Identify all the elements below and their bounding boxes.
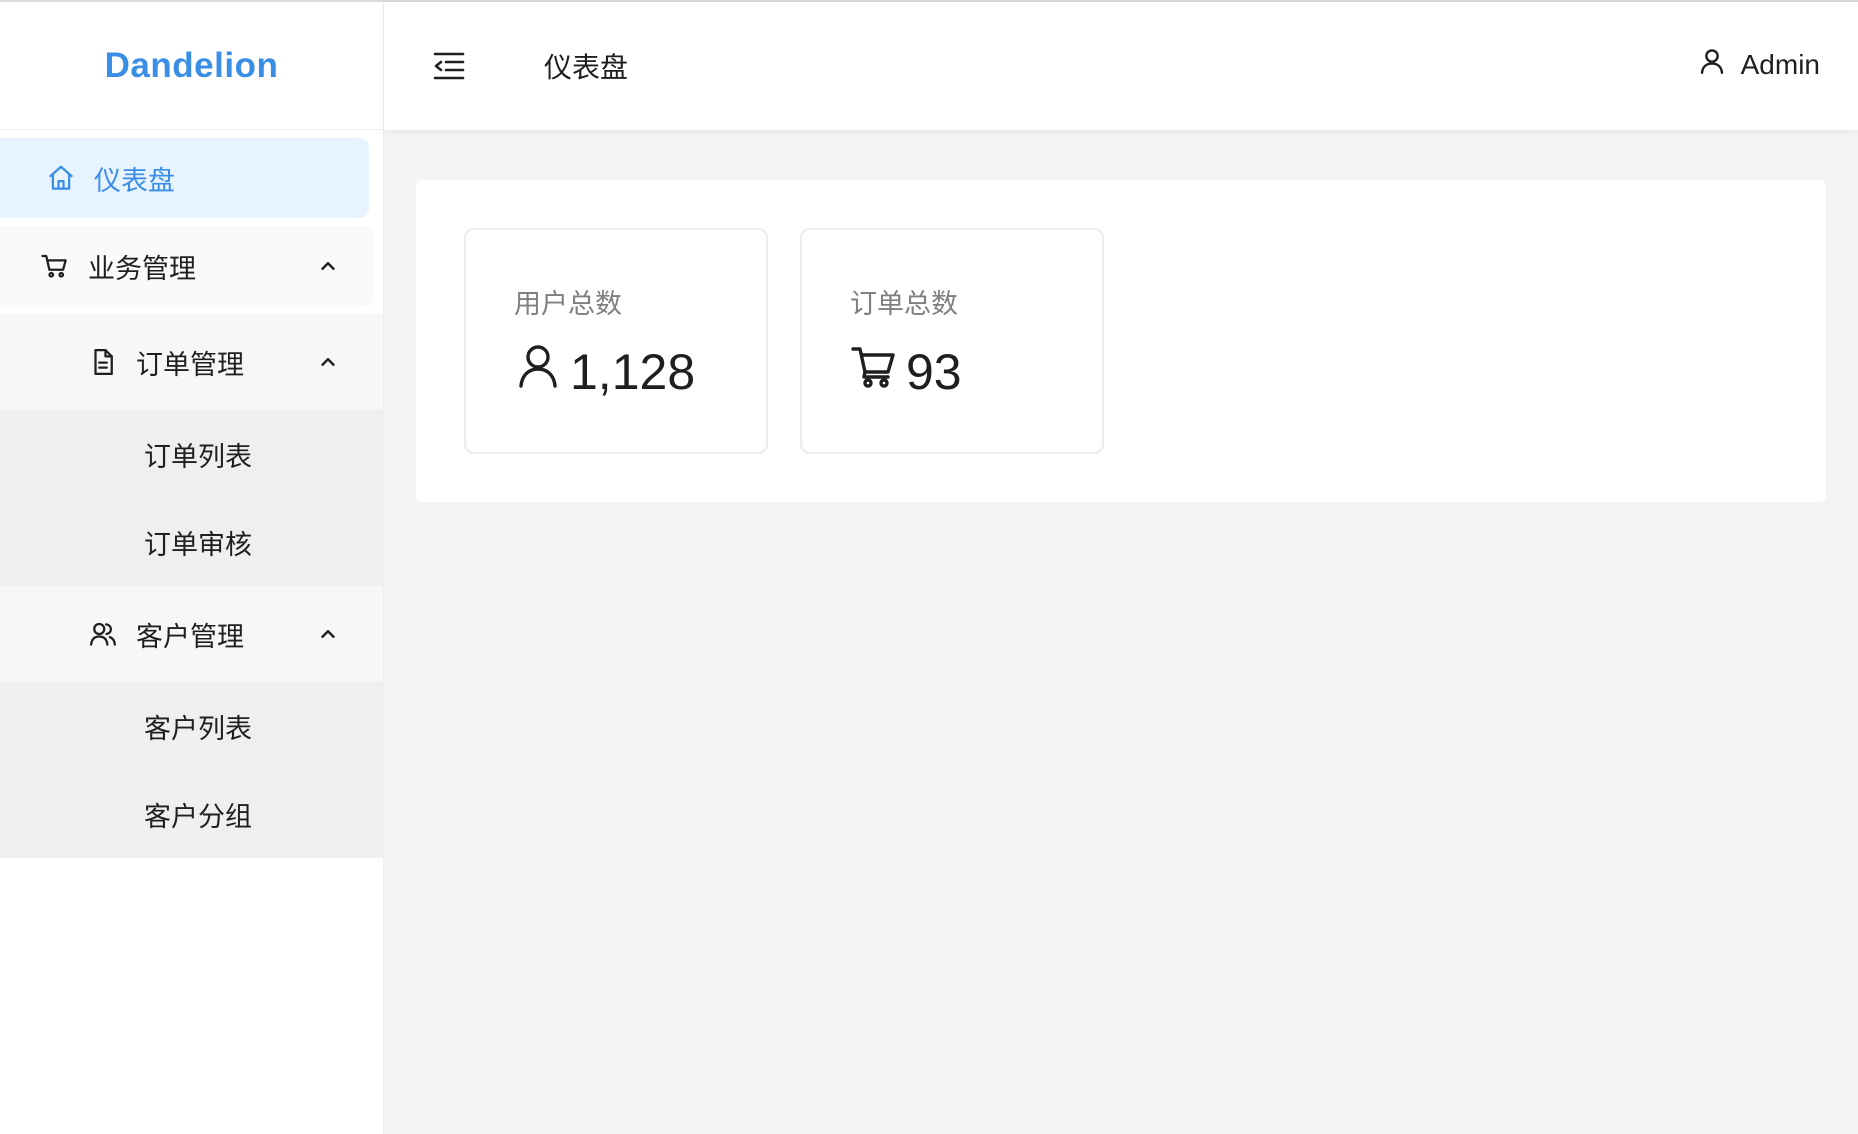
sidebar-submenu-orders[interactable]: 订单管理 bbox=[0, 314, 383, 410]
stat-value-row: 93 bbox=[850, 342, 962, 402]
document-icon bbox=[88, 347, 118, 377]
user-icon bbox=[514, 342, 570, 402]
cart-icon bbox=[850, 342, 906, 402]
stat-value-row: 1,128 bbox=[514, 342, 695, 402]
home-icon bbox=[46, 163, 76, 193]
sidebar-submenu-label: 订单管理 bbox=[136, 349, 244, 380]
user-icon bbox=[1697, 46, 1741, 83]
sidebar: Dandelion 仪表盘 业务管理 订单管理 订单列表 订单审核 客户管理 客… bbox=[0, 2, 384, 1134]
logo[interactable]: Dandelion bbox=[0, 2, 383, 130]
page-title: 仪表盘 bbox=[544, 52, 629, 83]
stat-value: 1,128 bbox=[570, 344, 696, 400]
sidebar-submenu-customers[interactable]: 客户管理 bbox=[0, 586, 383, 682]
stat-card-users: 用户总数 1,128 bbox=[464, 228, 768, 454]
dashboard-card: 用户总数 1,128 订单总数 93 bbox=[416, 180, 1826, 502]
user-menu[interactable]: Admin bbox=[1697, 46, 1820, 83]
users-icon bbox=[88, 619, 118, 649]
submenu-customers-children: 客户列表 客户分组 bbox=[0, 682, 383, 858]
chevron-up-icon[interactable] bbox=[316, 254, 340, 278]
brand-name: Dandelion bbox=[104, 45, 279, 85]
stat-card-orders: 订单总数 93 bbox=[800, 228, 1104, 454]
sidebar-item-order-list[interactable]: 订单列表 bbox=[0, 410, 383, 498]
sidebar-item-order-review[interactable]: 订单审核 bbox=[0, 498, 383, 586]
sidebar-submenu-label: 业务管理 bbox=[88, 253, 196, 284]
sidebar-menu: 仪表盘 业务管理 订单管理 订单列表 订单审核 客户管理 客户列表 客户分组 bbox=[0, 138, 383, 858]
sidebar-item-label: 仪表盘 bbox=[94, 165, 175, 196]
sidebar-item-label: 客户分组 bbox=[144, 801, 252, 832]
sidebar-item-customer-groups[interactable]: 客户分组 bbox=[0, 770, 383, 858]
top-header: 仪表盘 Admin bbox=[384, 2, 1858, 130]
sidebar-item-label: 客户列表 bbox=[144, 713, 252, 744]
stat-value: 93 bbox=[906, 344, 962, 400]
chevron-up-icon[interactable] bbox=[316, 622, 340, 646]
sidebar-item-label: 订单列表 bbox=[144, 441, 252, 472]
submenu-business-children: 订单管理 订单列表 订单审核 客户管理 客户列表 客户分组 bbox=[0, 314, 383, 858]
cart-icon bbox=[40, 251, 70, 281]
sidebar-item-customer-list[interactable]: 客户列表 bbox=[0, 682, 383, 770]
menu-fold-icon[interactable] bbox=[432, 50, 466, 82]
sidebar-submenu-label: 客户管理 bbox=[136, 621, 244, 652]
submenu-orders-children: 订单列表 订单审核 bbox=[0, 410, 383, 586]
sidebar-item-dashboard[interactable]: 仪表盘 bbox=[0, 138, 369, 218]
stat-title: 订单总数 bbox=[850, 289, 958, 319]
chevron-up-icon[interactable] bbox=[316, 350, 340, 374]
stat-title: 用户总数 bbox=[514, 289, 622, 319]
sidebar-submenu-business[interactable]: 业务管理 bbox=[0, 226, 375, 306]
user-name: Admin bbox=[1740, 48, 1820, 80]
sidebar-item-label: 订单审核 bbox=[144, 529, 252, 560]
